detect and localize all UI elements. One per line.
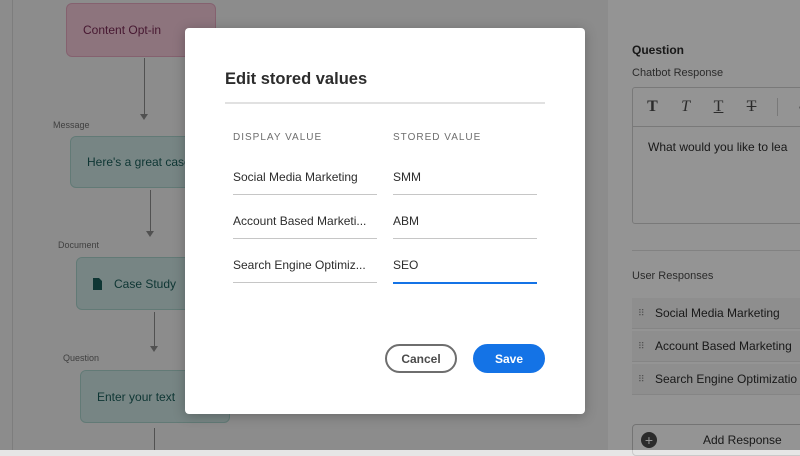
display-value-field[interactable]: Account Based Marketi... — [233, 214, 377, 239]
stored-value-field[interactable]: ABM — [393, 214, 537, 239]
save-button[interactable]: Save — [473, 344, 545, 373]
edit-stored-values-dialog: Edit stored values DISPLAY VALUE STORED … — [185, 28, 585, 414]
dialog-divider — [225, 102, 545, 104]
stored-value-field-focused[interactable]: SEO — [393, 258, 537, 284]
display-value-field[interactable]: Social Media Marketing — [233, 170, 377, 195]
stored-value-field[interactable]: SMM — [393, 170, 537, 195]
dialog-title: Edit stored values — [225, 70, 368, 88]
stored-value-header: STORED VALUE — [393, 132, 482, 143]
display-value-field[interactable]: Search Engine Optimiz... — [233, 258, 377, 283]
display-value-header: DISPLAY VALUE — [233, 132, 323, 143]
cancel-button[interactable]: Cancel — [385, 344, 457, 373]
